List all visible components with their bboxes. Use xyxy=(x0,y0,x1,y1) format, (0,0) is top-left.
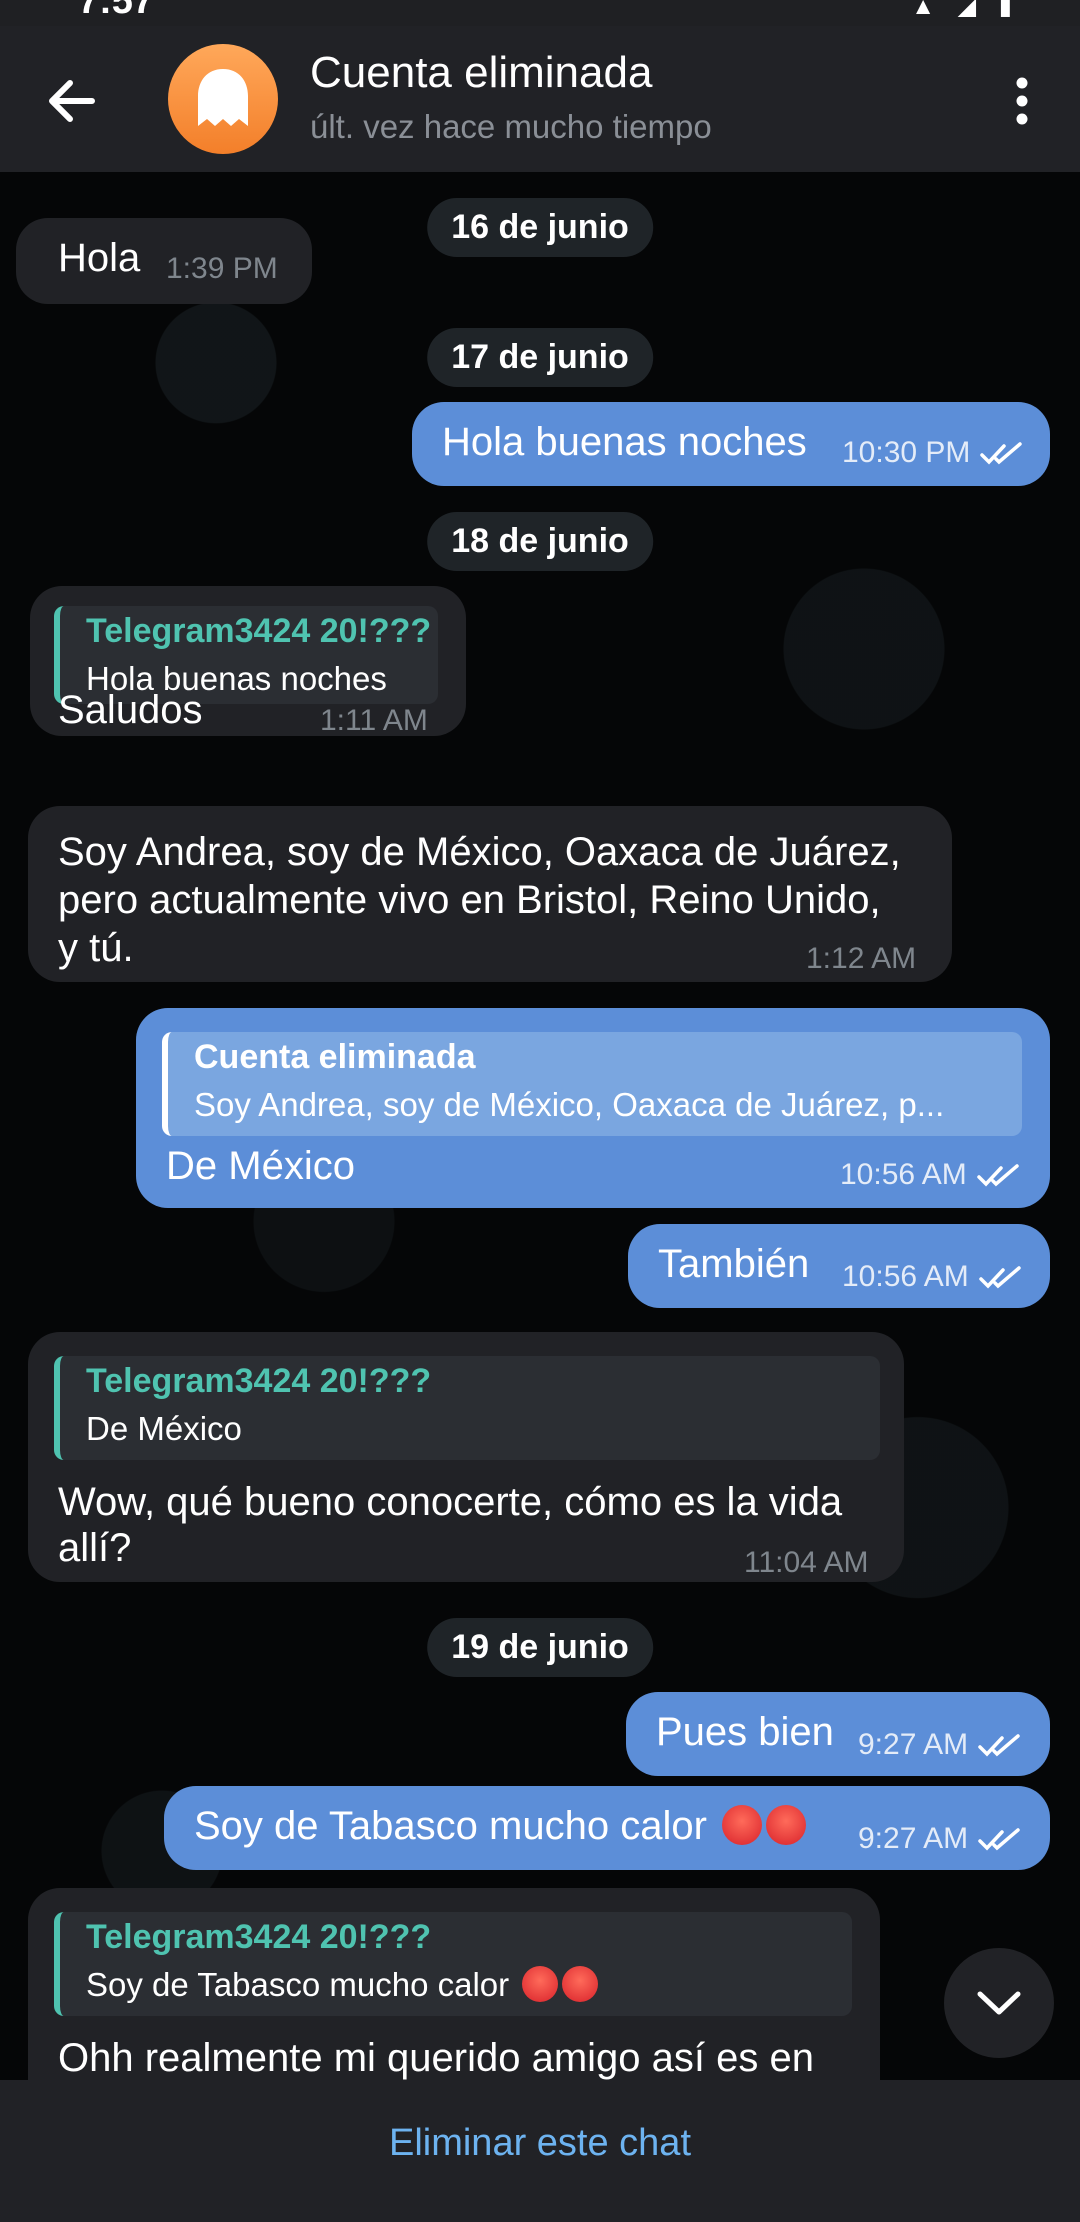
reply-quote[interactable]: Telegram3424 20!??? De México xyxy=(54,1356,880,1460)
message-time: 11:04 AM xyxy=(744,1546,869,1579)
bottom-bar: Eliminar este chat xyxy=(0,2080,1080,2222)
message-text: De México xyxy=(166,1144,355,1188)
message-incoming[interactable]: Telegram3424 20!??? De México Wow, qué b… xyxy=(28,1332,904,1582)
message-outgoing[interactable]: Cuenta eliminada Soy Andrea, soy de Méxi… xyxy=(136,1008,1050,1208)
hot-face-emoji xyxy=(722,1805,763,1845)
double-check-icon xyxy=(978,1828,1020,1851)
message-list[interactable]: 16 de junio Hola 1:39 PM 17 de junio Hol… xyxy=(0,172,1080,2080)
message-text: Ohh realmente mi querido amigo así es en xyxy=(58,2036,814,2080)
back-button[interactable] xyxy=(38,68,104,134)
message-time: 9:27 AM xyxy=(858,1822,1022,1856)
status-time: 7:57 xyxy=(78,0,155,22)
message-text-line: pero actualmente vivo en Bristol, Reino … xyxy=(58,878,881,922)
scroll-to-bottom-button[interactable] xyxy=(944,1948,1054,2058)
date-separator: 18 de junio xyxy=(427,512,653,571)
message-text: Saludos xyxy=(58,688,203,732)
message-time: 1:12 AM xyxy=(806,942,917,975)
reply-text: Soy de Tabasco mucho calor xyxy=(86,1966,599,2004)
message-incoming[interactable]: Telegram3424 20!??? Hola buenas noches S… xyxy=(30,586,466,737)
status-bar: 7:57 ▲ ◢ ▮ xyxy=(0,0,1080,26)
hot-face-emoji xyxy=(522,1966,559,2002)
reply-text: De México xyxy=(86,1410,242,1447)
message-outgoing[interactable]: Soy de Tabasco mucho calor 9:27 AM xyxy=(164,1786,1050,1870)
reply-author: Telegram3424 20!??? xyxy=(86,1362,432,1400)
message-outgoing[interactable]: Hola buenas noches 10:30 PM xyxy=(412,402,1050,486)
message-time: 10:56 AM xyxy=(842,1260,1023,1294)
message-incoming[interactable]: Telegram3424 20!??? Soy de Tabasco mucho… xyxy=(28,1888,880,2080)
reply-quote[interactable]: Cuenta eliminada Soy Andrea, soy de Méxi… xyxy=(162,1032,1022,1136)
message-text: También xyxy=(658,1242,810,1286)
date-separator: 16 de junio xyxy=(427,198,653,257)
message-text: Hola xyxy=(58,236,141,280)
message-time: 1:11 AM xyxy=(320,704,428,737)
message-text: Soy de Tabasco mucho calor xyxy=(194,1802,807,1850)
arrow-left-icon xyxy=(49,80,95,122)
message-outgoing[interactable]: También 10:56 AM xyxy=(628,1224,1050,1308)
hot-face-emoji xyxy=(766,1805,807,1845)
reply-quote[interactable]: Telegram3424 20!??? Soy de Tabasco mucho… xyxy=(54,1912,852,2016)
message-outgoing[interactable]: Pues bien 9:27 AM xyxy=(626,1692,1050,1776)
date-separator: 19 de junio xyxy=(427,1618,653,1677)
delete-chat-button[interactable]: Eliminar este chat xyxy=(0,2080,1080,2206)
message-text: Hola buenas noches xyxy=(442,420,807,464)
reply-author: Telegram3424 20!??? xyxy=(86,612,432,650)
avatar[interactable] xyxy=(168,44,278,154)
reply-text: Soy Andrea, soy de México, Oaxaca de Juá… xyxy=(194,1086,945,1123)
message-text: Pues bien xyxy=(656,1710,834,1754)
status-icons: ▲ ◢ ▮ xyxy=(911,0,1020,20)
message-time: 9:27 AM xyxy=(858,1728,1022,1762)
last-seen-status: últ. vez hace mucho tiempo xyxy=(310,108,712,145)
double-check-icon xyxy=(977,1164,1019,1187)
ghost-icon xyxy=(198,69,248,126)
date-separator: 17 de junio xyxy=(427,328,653,387)
message-text-line: Soy Andrea, soy de México, Oaxaca de Juá… xyxy=(58,830,901,874)
double-check-icon xyxy=(979,1266,1021,1289)
chat-title[interactable]: Cuenta eliminada xyxy=(310,48,652,98)
message-time: 10:30 PM xyxy=(842,436,1024,470)
message-incoming[interactable]: Soy Andrea, soy de México, Oaxaca de Juá… xyxy=(28,806,952,982)
more-options-button[interactable] xyxy=(994,68,1050,134)
message-text-line: Wow, qué bueno conocerte, cómo es la vid… xyxy=(58,1480,843,1524)
double-check-icon xyxy=(978,1734,1020,1757)
reply-author: Cuenta eliminada xyxy=(194,1038,476,1076)
chevron-down-icon xyxy=(977,1991,1021,2015)
message-text-line: y tú. xyxy=(58,926,134,970)
message-incoming[interactable]: Hola 1:39 PM xyxy=(16,218,312,304)
hot-face-emoji xyxy=(562,1966,599,2002)
reply-author: Telegram3424 20!??? xyxy=(86,1918,432,1956)
message-time: 10:56 AM xyxy=(840,1158,1021,1192)
message-time: 1:39 PM xyxy=(166,252,278,285)
double-check-icon xyxy=(980,442,1023,465)
more-vert-icon xyxy=(1016,77,1028,125)
message-text-line: allí? xyxy=(58,1526,132,1570)
chat-header: Cuenta eliminada últ. vez hace mucho tie… xyxy=(0,26,1080,172)
